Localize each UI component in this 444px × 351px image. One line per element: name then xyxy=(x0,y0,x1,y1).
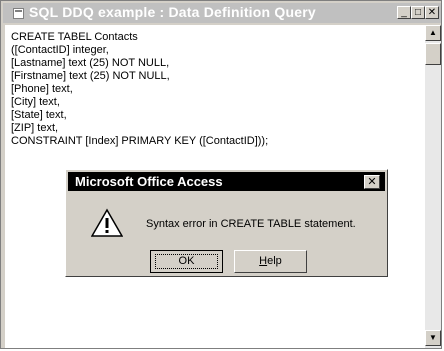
help-button[interactable]: Help xyxy=(234,250,307,273)
ok-focus-ring xyxy=(155,254,218,269)
sql-line: [ZIP] text, xyxy=(11,122,59,134)
dialog-message: Syntax error in CREATE TABLE statement. xyxy=(146,218,356,230)
help-button-label: Help xyxy=(259,255,282,267)
scroll-thumb[interactable] xyxy=(425,43,441,65)
vertical-scrollbar[interactable]: ▲ ▼ xyxy=(425,25,441,348)
ok-button[interactable]: OK xyxy=(150,250,223,273)
window-titlebar[interactable]: SQL DDQ example : Data Definition Query … xyxy=(3,3,441,23)
sql-line: [Phone] text, xyxy=(11,83,73,95)
sql-line: [State] text, xyxy=(11,109,67,121)
sql-line: [Firstname] text (25) NOT NULL, xyxy=(11,70,170,82)
query-window-icon xyxy=(13,8,24,19)
window-title: SQL DDQ example : Data Definition Query xyxy=(29,4,316,20)
dialog-close-button[interactable]: ✕ xyxy=(364,175,380,189)
sql-line: ([ContactID] integer, xyxy=(11,44,109,56)
sql-line: CONSTRAINT [Index] PRIMARY KEY ([Contact… xyxy=(11,135,269,147)
sql-line: CREATE TABEL Contacts xyxy=(11,31,138,43)
minimize-button[interactable]: _ xyxy=(397,6,411,19)
scroll-up-button[interactable]: ▲ xyxy=(425,25,441,41)
query-window: SQL DDQ example : Data Definition Query … xyxy=(0,0,442,349)
sql-line: [Lastname] text (25) NOT NULL, xyxy=(11,57,170,69)
sql-line: [City] text, xyxy=(11,96,60,108)
scroll-down-button[interactable]: ▼ xyxy=(425,330,441,346)
warning-icon xyxy=(91,208,123,237)
dialog-titlebar[interactable]: Microsoft Office Access ✕ xyxy=(68,172,385,191)
maximize-button[interactable]: □ xyxy=(411,6,425,19)
error-dialog: Microsoft Office Access ✕ Syntax error i… xyxy=(65,169,388,277)
close-button[interactable]: ✕ xyxy=(425,6,439,19)
dialog-title: Microsoft Office Access xyxy=(75,174,223,189)
